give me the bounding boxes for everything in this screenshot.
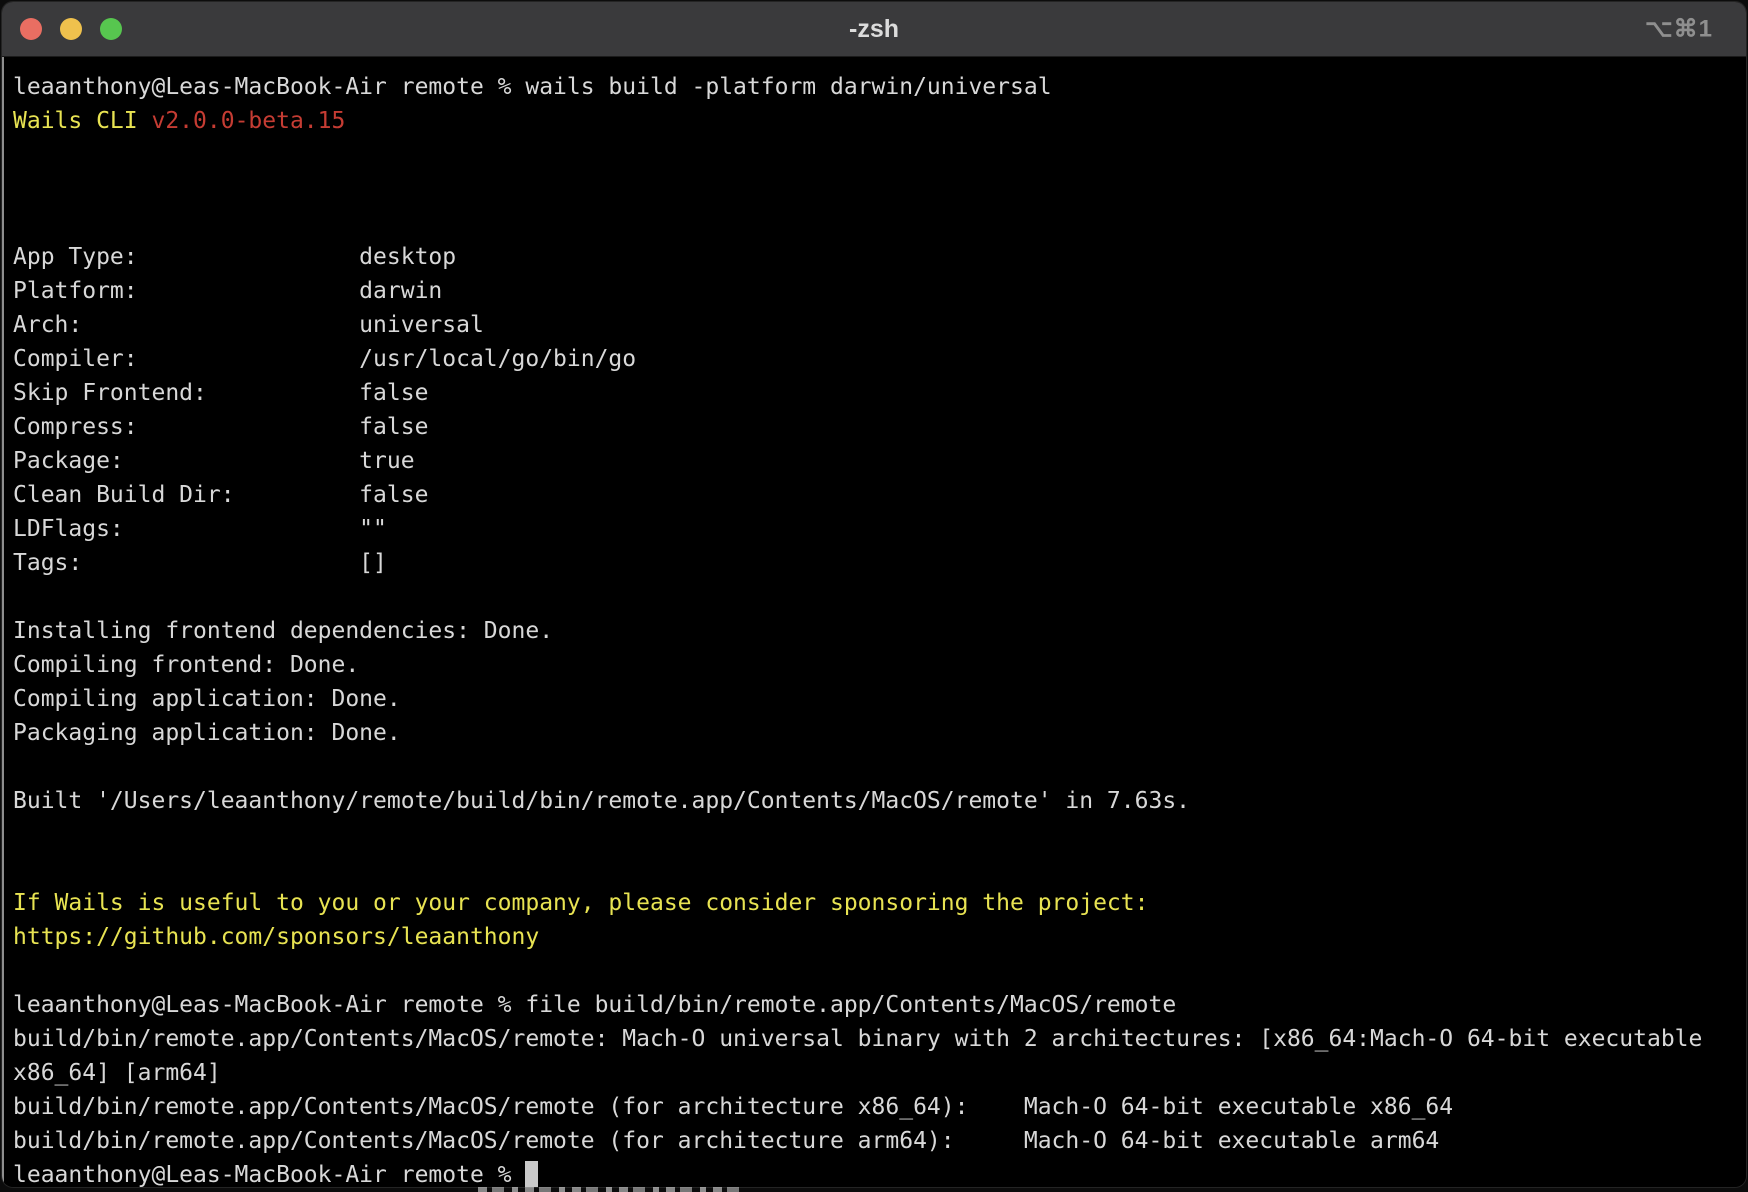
terminal-line: Tags: [] — [13, 546, 1746, 580]
terminal-line: leaanthony@Leas-MacBook-Air remote % — [13, 1158, 1746, 1187]
minimize-button[interactable] — [60, 18, 82, 40]
terminal-line: Platform: darwin — [13, 274, 1746, 308]
traffic-lights — [2, 18, 122, 40]
terminal-line: Clean Build Dir: false — [13, 478, 1746, 512]
terminal-line: x86_64] [arm64] — [13, 1056, 1746, 1090]
terminal-line: https://github.com/sponsors/leaanthony — [13, 920, 1746, 954]
terminal-line: Installing frontend dependencies: Done. — [13, 614, 1746, 648]
terminal-line — [13, 580, 1746, 614]
terminal-content[interactable]: leaanthony@Leas-MacBook-Air remote % wai… — [2, 57, 1746, 1187]
terminal-line — [13, 954, 1746, 988]
terminal-line: Arch: universal — [13, 308, 1746, 342]
terminal-line — [13, 750, 1746, 784]
terminal-line: build/bin/remote.app/Contents/MacOS/remo… — [13, 1124, 1746, 1158]
terminal-cursor — [525, 1161, 538, 1187]
terminal-line: leaanthony@Leas-MacBook-Air remote % fil… — [13, 988, 1746, 1022]
terminal-line — [13, 138, 1746, 172]
terminal-line: Wails CLI v2.0.0-beta.15 — [13, 104, 1746, 138]
terminal-line: Compress: false — [13, 410, 1746, 444]
terminal-line: build/bin/remote.app/Contents/MacOS/remo… — [13, 1022, 1746, 1056]
terminal-line: Compiler: /usr/local/go/bin/go — [13, 342, 1746, 376]
zoom-button[interactable] — [100, 18, 122, 40]
titlebar[interactable]: -zsh ⌥⌘1 — [2, 2, 1746, 57]
terminal-line: Compiling application: Done. — [13, 682, 1746, 716]
terminal-line: App Type: desktop — [13, 240, 1746, 274]
terminal-line: Built '/Users/leaanthony/remote/build/bi… — [13, 784, 1746, 818]
terminal-line — [13, 172, 1746, 206]
window-shortcut-badge: ⌥⌘1 — [1645, 15, 1713, 44]
terminal-line: If Wails is useful to you or your compan… — [13, 886, 1746, 920]
terminal-line — [13, 818, 1746, 852]
terminal-line: build/bin/remote.app/Contents/MacOS/remo… — [13, 1090, 1746, 1124]
terminal-window: -zsh ⌥⌘1 leaanthony@Leas-MacBook-Air rem… — [2, 2, 1746, 1187]
terminal-line: Package: true — [13, 444, 1746, 478]
terminal-line — [13, 206, 1746, 240]
close-button[interactable] — [20, 18, 42, 40]
background-window-text-fragment — [478, 1187, 744, 1192]
terminal-line: Skip Frontend: false — [13, 376, 1746, 410]
terminal-line — [13, 852, 1746, 886]
terminal-line: leaanthony@Leas-MacBook-Air remote % wai… — [13, 70, 1746, 104]
terminal-line: Packaging application: Done. — [13, 716, 1746, 750]
terminal-line: LDFlags: "" — [13, 512, 1746, 546]
window-title: -zsh — [2, 15, 1746, 44]
terminal-line: Compiling frontend: Done. — [13, 648, 1746, 682]
